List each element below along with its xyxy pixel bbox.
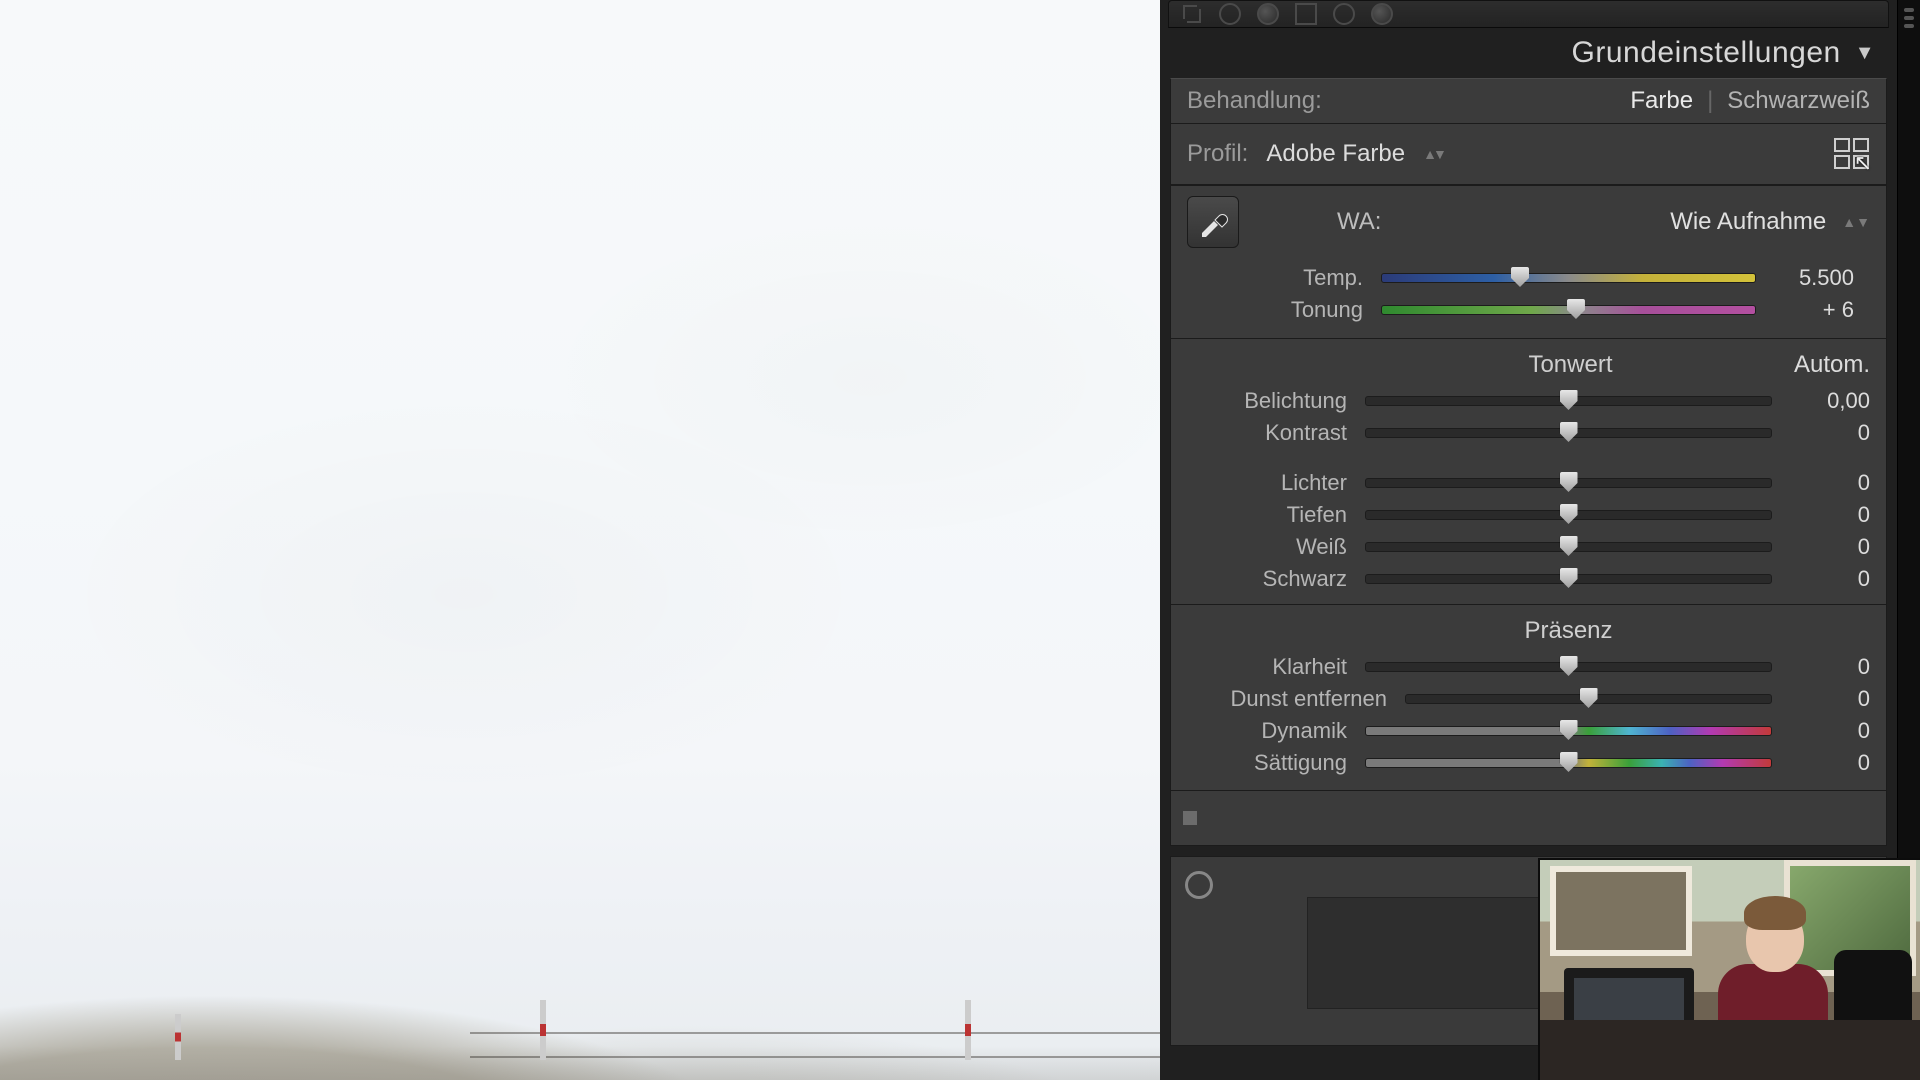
tone-group: Tonwert Autom. bbox=[1171, 339, 1886, 385]
whites-slider[interactable] bbox=[1365, 542, 1772, 552]
whites-label: Weiß bbox=[1187, 534, 1353, 560]
dropdown-icon[interactable]: ▲▼ bbox=[1842, 214, 1870, 230]
brush-tool-icon[interactable] bbox=[1371, 3, 1393, 25]
presence-group: Präsenz bbox=[1171, 605, 1886, 651]
radial-tool-icon[interactable] bbox=[1333, 3, 1355, 25]
treatment-color-toggle[interactable]: Farbe bbox=[1630, 87, 1693, 115]
profile-value[interactable]: Adobe Farbe bbox=[1266, 140, 1405, 168]
tint-slider-thumb[interactable] bbox=[1567, 299, 1585, 319]
vibrance-value[interactable]: 0 bbox=[1784, 718, 1870, 744]
blacks-thumb[interactable] bbox=[1560, 568, 1578, 588]
basic-panel-title: Grundeinstellungen bbox=[1572, 36, 1841, 70]
separator: | bbox=[1707, 87, 1713, 115]
treatment-label: Behandlung: bbox=[1187, 87, 1322, 115]
contrast-label: Kontrast bbox=[1187, 420, 1353, 446]
highlights-value[interactable]: 0 bbox=[1784, 470, 1870, 496]
shadows-slider[interactable] bbox=[1365, 510, 1772, 520]
preview-scenery bbox=[0, 970, 1160, 1080]
tint-slider-row: Tonung + 6 bbox=[1187, 294, 1870, 326]
curve-thumbnail[interactable] bbox=[1307, 897, 1545, 1009]
shadows-value[interactable]: 0 bbox=[1784, 502, 1870, 528]
spot-tool-icon[interactable] bbox=[1219, 3, 1241, 25]
contrast-value[interactable]: 0 bbox=[1784, 420, 1870, 446]
profile-browser-button[interactable]: ↖ bbox=[1834, 138, 1870, 170]
target-icon[interactable] bbox=[1185, 871, 1213, 899]
shadows-label: Tiefen bbox=[1187, 502, 1353, 528]
saturation-label: Sättigung bbox=[1187, 750, 1353, 776]
saturation-slider[interactable] bbox=[1365, 758, 1772, 768]
scroll-notch-icon bbox=[1904, 16, 1914, 20]
whites-value[interactable]: 0 bbox=[1784, 534, 1870, 560]
basic-panel-header[interactable]: Grundeinstellungen ▼ bbox=[1160, 28, 1897, 78]
white-balance-preset[interactable]: Wie Aufnahme bbox=[1670, 208, 1826, 236]
vibrance-slider[interactable] bbox=[1365, 726, 1772, 736]
gradient-tool-icon[interactable] bbox=[1295, 3, 1317, 25]
temp-label: Temp. bbox=[1203, 265, 1369, 291]
tint-slider[interactable] bbox=[1381, 305, 1756, 315]
treatment-row: Behandlung: Farbe | Schwarzweiß bbox=[1171, 79, 1886, 123]
preview-scenery bbox=[470, 1032, 1160, 1058]
white-balance-label: WA: bbox=[1337, 208, 1381, 236]
dropdown-icon[interactable]: ▲▼ bbox=[1423, 146, 1443, 162]
exposure-slider[interactable] bbox=[1365, 396, 1772, 406]
image-preview[interactable] bbox=[0, 0, 1160, 1080]
temp-value[interactable]: 5.500 bbox=[1768, 265, 1854, 291]
clarity-thumb[interactable] bbox=[1560, 656, 1578, 676]
auto-tone-button[interactable]: Autom. bbox=[1794, 351, 1870, 379]
white-balance-picker-button[interactable] bbox=[1187, 196, 1239, 248]
highlights-slider[interactable] bbox=[1365, 478, 1772, 488]
exposure-thumb[interactable] bbox=[1560, 390, 1578, 410]
clarity-slider[interactable] bbox=[1365, 662, 1772, 672]
preview-scenery bbox=[540, 1000, 546, 1060]
clarity-label: Klarheit bbox=[1187, 654, 1353, 680]
panel-footer bbox=[1170, 791, 1887, 846]
dehaze-value[interactable]: 0 bbox=[1784, 686, 1870, 712]
blacks-value[interactable]: 0 bbox=[1784, 566, 1870, 592]
temp-slider-row: Temp. 5.500 bbox=[1187, 262, 1870, 294]
dehaze-slider[interactable] bbox=[1405, 694, 1772, 704]
redeye-tool-icon[interactable] bbox=[1257, 3, 1279, 25]
whites-thumb[interactable] bbox=[1560, 536, 1578, 556]
temp-slider-thumb[interactable] bbox=[1511, 267, 1529, 287]
profile-row: Profil: Adobe Farbe ▲▼ ↖ bbox=[1171, 124, 1886, 184]
highlights-label: Lichter bbox=[1187, 470, 1353, 496]
tint-value[interactable]: + 6 bbox=[1768, 297, 1854, 323]
vibrance-thumb[interactable] bbox=[1560, 720, 1578, 740]
panel-toggle-icon[interactable] bbox=[1183, 811, 1197, 825]
saturation-value[interactable]: 0 bbox=[1784, 750, 1870, 776]
dehaze-label: Dunst entfernen bbox=[1187, 686, 1393, 712]
profile-label: Profil: bbox=[1187, 140, 1248, 168]
tone-title: Tonwert bbox=[1347, 351, 1794, 379]
scroll-notch-icon bbox=[1904, 24, 1914, 28]
tool-strip bbox=[1168, 0, 1889, 28]
preview-scenery bbox=[175, 1014, 181, 1060]
contrast-slider[interactable] bbox=[1365, 428, 1772, 438]
collapse-icon: ▼ bbox=[1855, 42, 1875, 65]
webcam-overlay bbox=[1538, 858, 1920, 1080]
cursor-icon: ↖ bbox=[1854, 150, 1872, 176]
blacks-label: Schwarz bbox=[1187, 566, 1353, 592]
shadows-thumb[interactable] bbox=[1560, 504, 1578, 524]
contrast-thumb[interactable] bbox=[1560, 422, 1578, 442]
exposure-label: Belichtung bbox=[1187, 388, 1353, 414]
presence-title: Präsenz bbox=[1347, 617, 1790, 645]
tint-label: Tonung bbox=[1203, 297, 1369, 323]
highlights-thumb[interactable] bbox=[1560, 472, 1578, 492]
temp-slider[interactable] bbox=[1381, 273, 1756, 283]
scroll-notch-icon bbox=[1904, 8, 1914, 12]
saturation-thumb[interactable] bbox=[1560, 752, 1578, 772]
crop-tool-icon[interactable] bbox=[1181, 3, 1203, 25]
dehaze-thumb[interactable] bbox=[1580, 688, 1598, 708]
blacks-slider[interactable] bbox=[1365, 574, 1772, 584]
vibrance-label: Dynamik bbox=[1187, 718, 1353, 744]
treatment-bw-toggle[interactable]: Schwarzweiß bbox=[1727, 87, 1870, 115]
exposure-value[interactable]: 0,00 bbox=[1784, 388, 1870, 414]
preview-scenery bbox=[965, 1000, 971, 1060]
clarity-value[interactable]: 0 bbox=[1784, 654, 1870, 680]
